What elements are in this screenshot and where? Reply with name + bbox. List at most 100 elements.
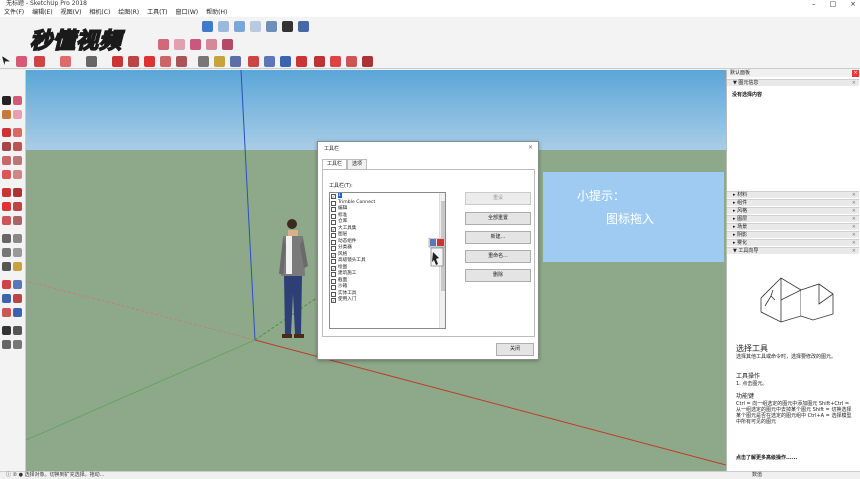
menu-draw[interactable]: 绘图(R) (118, 8, 139, 17)
toolbar-checkbox[interactable]: ✓ (331, 226, 336, 232)
pan-icon[interactable] (264, 56, 275, 67)
arc-tool-2-icon[interactable] (2, 170, 11, 179)
back-view-icon[interactable] (266, 21, 277, 32)
section-close-icon[interactable]: × (852, 192, 856, 198)
paint-icon[interactable] (158, 39, 169, 50)
section-plane-icon[interactable] (13, 340, 22, 349)
axes-icon[interactable] (2, 262, 11, 271)
reset-button[interactable]: 重设 (465, 192, 531, 205)
section-close-icon[interactable]: × (852, 208, 856, 214)
section-close-icon[interactable]: × (852, 240, 856, 246)
section-close-icon[interactable]: × (852, 232, 856, 238)
tray-entity-info-header[interactable]: ▼ 图元信息 × (727, 79, 859, 86)
shaded-icon[interactable] (298, 21, 309, 32)
reset-all-button[interactable]: 全部重置 (465, 212, 531, 225)
ruby-icon[interactable] (362, 56, 373, 67)
paint-bucket-icon[interactable] (230, 56, 241, 67)
zoom-extents-icon[interactable] (296, 56, 307, 67)
toolbar-checkbox[interactable] (331, 200, 336, 206)
scale-tool-icon[interactable] (2, 216, 11, 225)
menu-window[interactable]: 窗口(W) (176, 8, 199, 17)
look-around-icon[interactable] (13, 326, 22, 335)
tray-section-fog[interactable]: ▸ 雾化 × (727, 239, 859, 246)
tray-section-materials[interactable]: ▸ 材料 × (727, 191, 859, 198)
3d-text-icon[interactable] (13, 262, 22, 271)
circle-icon[interactable] (206, 39, 217, 50)
toolbar-list-item[interactable]: ✓ 使用入门 (330, 297, 445, 304)
toolbar-checkbox[interactable] (331, 259, 336, 264)
maximize-button[interactable]: □ (830, 0, 837, 8)
rotate-icon[interactable] (144, 56, 155, 67)
text-tool-icon[interactable] (13, 248, 22, 257)
polygon-tool-icon[interactable] (13, 156, 22, 165)
polygon-icon[interactable] (222, 39, 233, 50)
share-model-icon[interactable] (346, 56, 357, 67)
rotate-tool-icon[interactable] (2, 202, 11, 211)
close-window-button[interactable]: × (850, 0, 856, 8)
rename-button[interactable]: 重命名... (465, 250, 531, 263)
menu-file[interactable]: 文件(F) (4, 8, 24, 17)
toolbar-checkbox[interactable]: ✓ (331, 298, 336, 303)
rect-tool-icon[interactable] (2, 142, 11, 151)
toolbar-checkbox[interactable] (331, 278, 336, 284)
dimension-icon[interactable] (13, 234, 22, 243)
xray-icon[interactable] (282, 21, 293, 32)
eraser-tool-icon[interactable] (16, 56, 27, 67)
zoom-extents-tool-icon[interactable] (2, 308, 11, 317)
right-view-icon[interactable] (250, 21, 261, 32)
section-close-icon[interactable]: × (852, 216, 856, 222)
tab-options[interactable]: 选项 (347, 159, 368, 169)
minimize-button[interactable]: – (812, 0, 816, 8)
toolbar-checkbox[interactable]: ✓ (331, 265, 336, 271)
menu-view[interactable]: 视图(V) (61, 8, 82, 17)
pushpull-tool-icon[interactable] (13, 188, 22, 197)
section-close-icon[interactable]: × (852, 248, 856, 254)
new-toolbar-button[interactable]: 新建... (465, 231, 531, 244)
toolbar-checkbox[interactable] (331, 246, 336, 251)
zoom-tool-icon[interactable] (2, 294, 11, 303)
previous-view-icon[interactable] (13, 308, 22, 317)
zoom-icon[interactable] (280, 56, 291, 67)
dragged-toolbar-icon[interactable] (427, 238, 447, 268)
extension-icon[interactable] (330, 56, 341, 67)
menu-camera[interactable]: 相机(C) (89, 8, 110, 17)
tab-toolbars[interactable]: 工具栏 (322, 159, 348, 169)
text-icon[interactable] (214, 56, 225, 67)
delete-button[interactable]: 删除 (465, 269, 531, 282)
menu-help[interactable]: 帮助(H) (206, 8, 227, 17)
pushpull-icon[interactable] (112, 56, 123, 67)
make-component-icon[interactable] (13, 96, 22, 105)
tape-icon[interactable] (198, 56, 209, 67)
warehouse-icon[interactable] (314, 56, 325, 67)
toolbar-checkbox[interactable] (331, 233, 336, 238)
toolbar-checkbox[interactable] (331, 220, 336, 225)
circle-tool-icon[interactable] (2, 156, 11, 165)
arc-tool-icon[interactable] (60, 56, 71, 67)
section-close-icon[interactable]: × (852, 80, 856, 86)
position-camera-icon[interactable] (2, 326, 11, 335)
pencil-icon[interactable] (34, 56, 45, 67)
zoom-window-icon[interactable] (13, 294, 22, 303)
section-close-icon[interactable]: × (852, 200, 856, 206)
menu-edit[interactable]: 编辑(E) (32, 8, 52, 17)
iso-view-icon[interactable] (202, 21, 213, 32)
toolbar-checkbox[interactable] (331, 213, 336, 219)
toolbar-checkbox[interactable] (331, 239, 336, 245)
tray-section-layers[interactable]: ▸ 图层 × (727, 215, 859, 222)
dialog-close-button[interactable]: 关闭 (496, 343, 534, 356)
toolbar-checkbox[interactable]: ✓ (331, 252, 336, 258)
offset-tool-icon[interactable] (13, 216, 22, 225)
rectangle-icon[interactable] (86, 56, 97, 67)
freehand-icon[interactable] (13, 128, 22, 137)
tray-section-components[interactable]: ▸ 组件 × (727, 199, 859, 206)
tray-section-styles[interactable]: ▸ 风格 × (727, 207, 859, 214)
offset-icon[interactable] (176, 56, 187, 67)
top-view-icon[interactable] (218, 21, 229, 32)
toolbar-checkbox[interactable] (331, 291, 336, 297)
scale-icon[interactable] (160, 56, 171, 67)
section-close-icon[interactable]: × (852, 224, 856, 230)
paint-tool-icon[interactable] (2, 110, 11, 119)
walk-icon[interactable] (2, 340, 11, 349)
followme-icon[interactable] (13, 202, 22, 211)
rotated-rect-icon[interactable] (13, 142, 22, 151)
